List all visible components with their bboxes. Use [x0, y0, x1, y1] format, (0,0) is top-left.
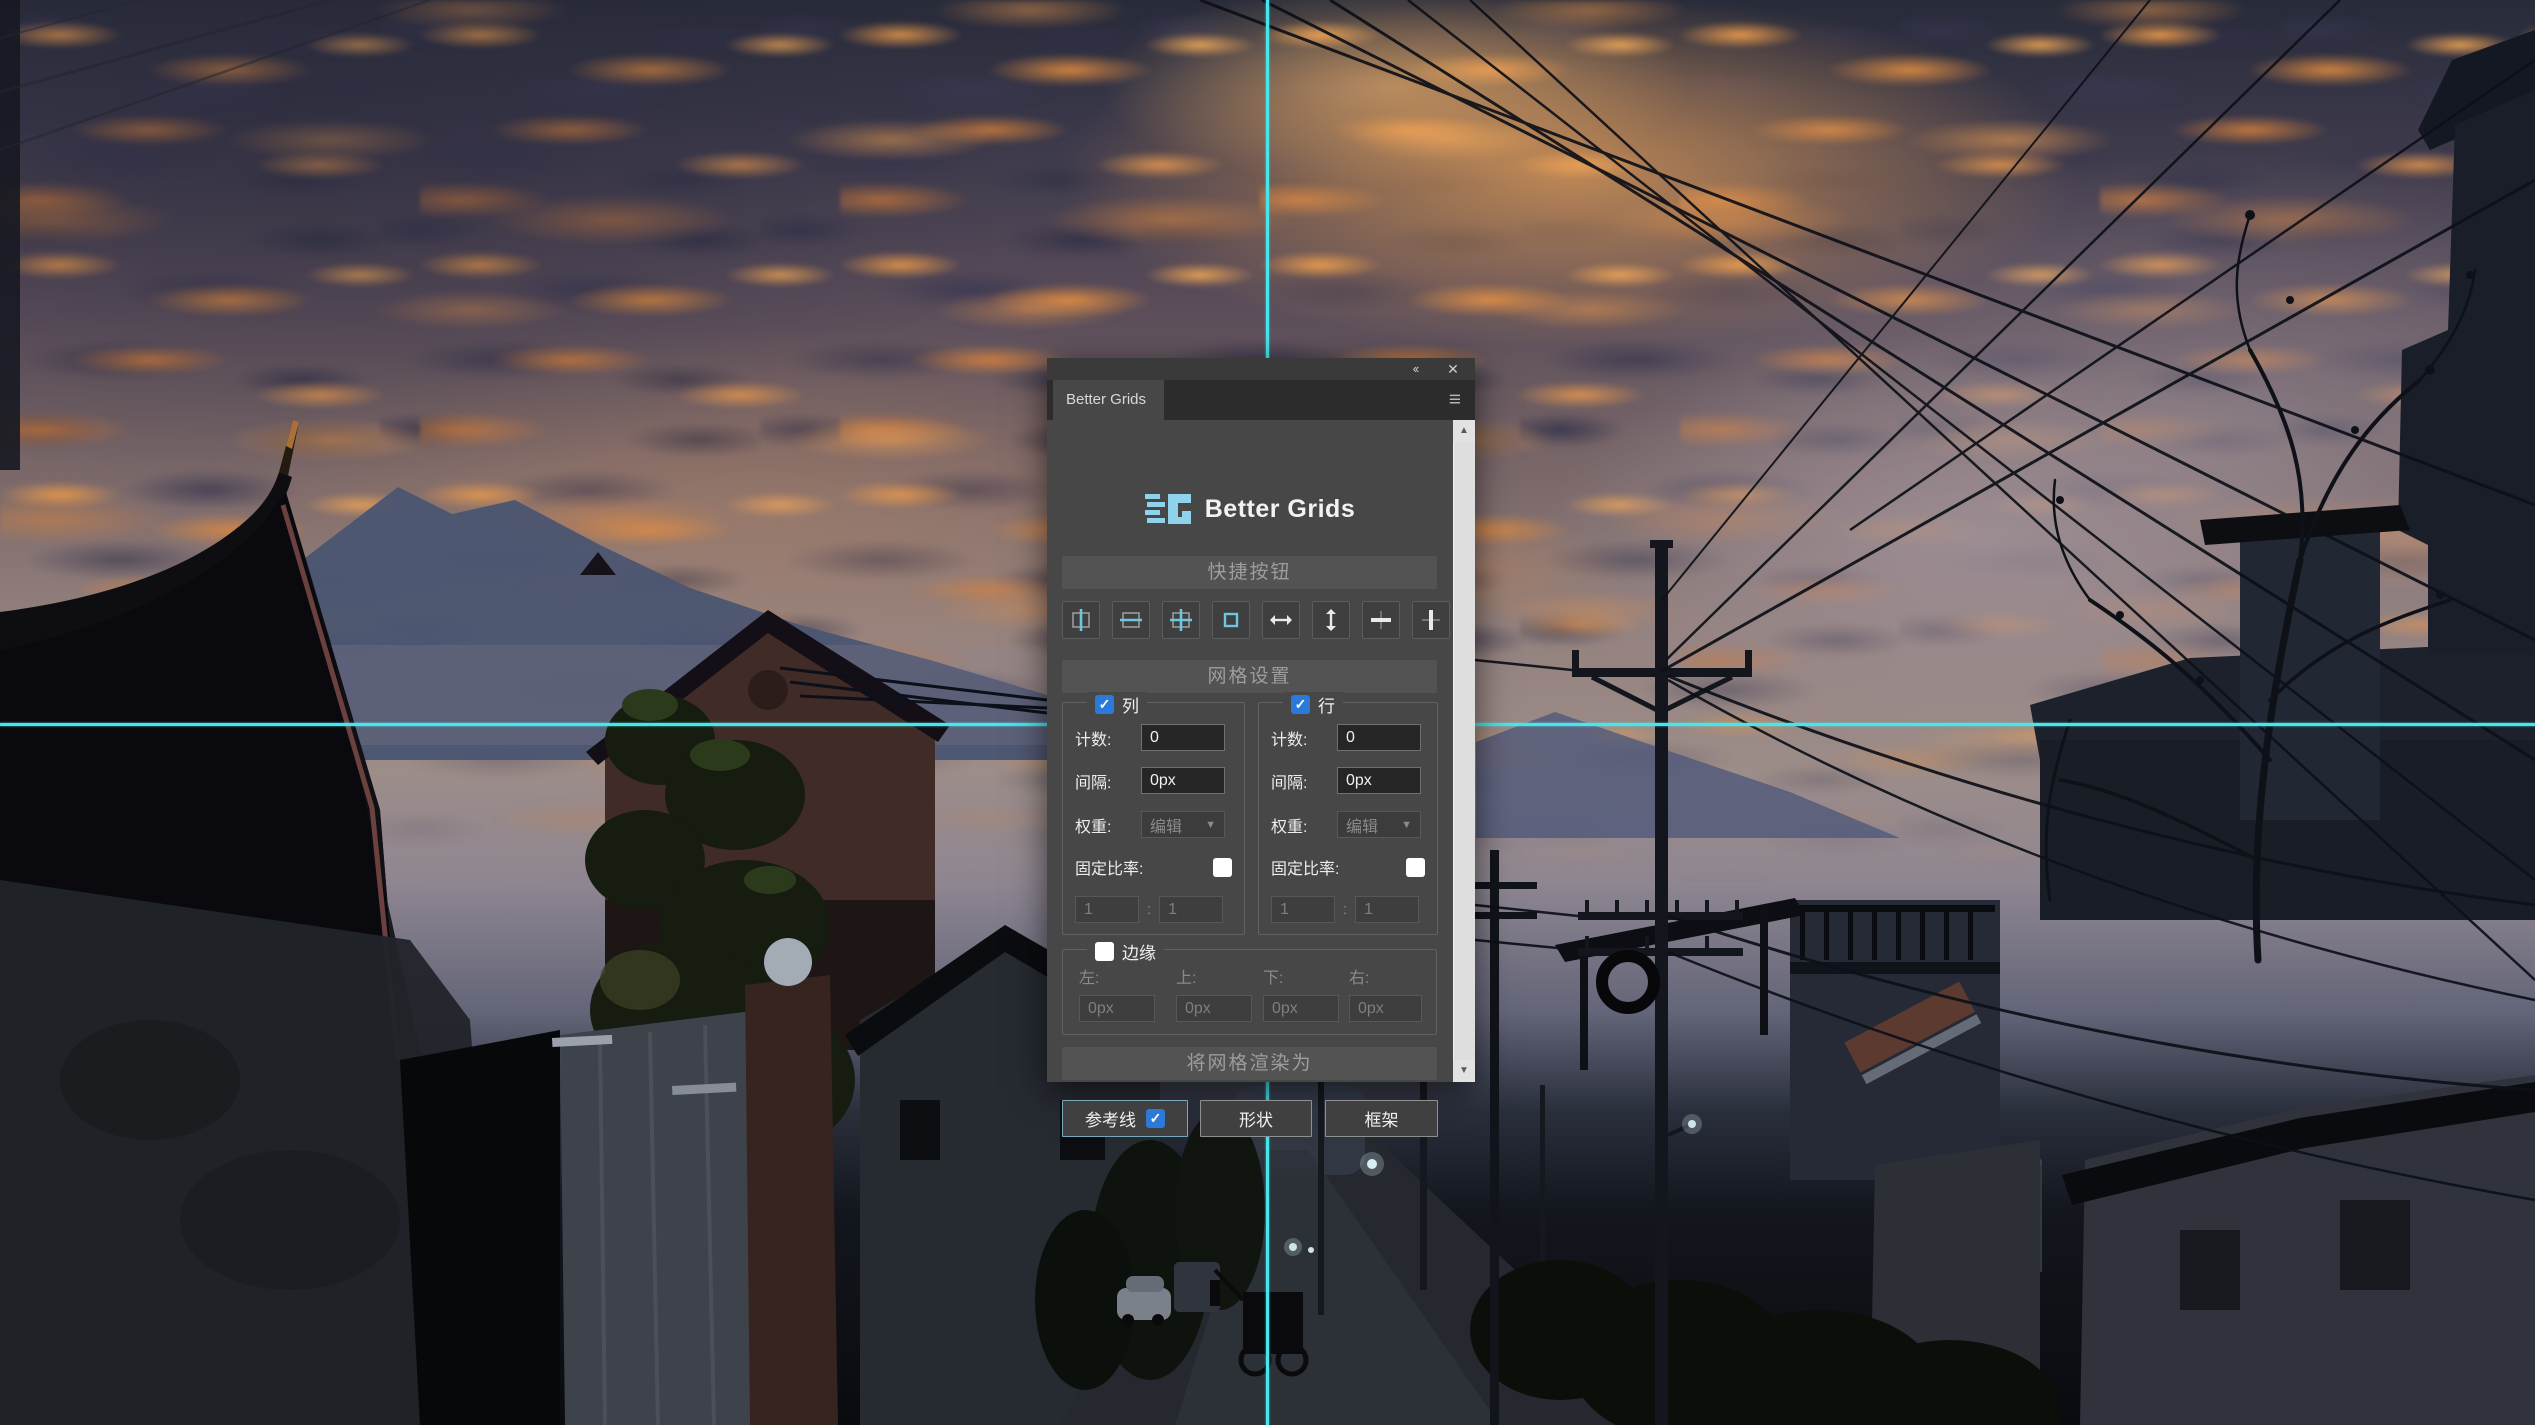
- quick-square-button[interactable]: [1212, 601, 1250, 639]
- scroll-down-icon[interactable]: ▼: [1453, 1060, 1475, 1082]
- panel-menu-icon[interactable]: ≡: [1449, 388, 1461, 412]
- section-header-quick-buttons: 快捷按钮: [1062, 556, 1437, 589]
- rect-vertical-guide-icon: [1069, 608, 1093, 632]
- edges-group: 边缘 左: 上: 下: 右:: [1062, 949, 1437, 1035]
- panel-logo-title: Better Grids: [1205, 495, 1355, 524]
- rows-group: ✓ 行 计数: 间隔: 权重: 编辑 ▼: [1258, 702, 1438, 935]
- tab-better-grids[interactable]: Better Grids: [1053, 380, 1164, 420]
- columns-checkbox[interactable]: ✓: [1095, 695, 1114, 714]
- panel-scrollbar[interactable]: ▲ ▼: [1453, 420, 1475, 1082]
- vertical-line-icon: [1419, 608, 1443, 632]
- vertical-arrows-icon: [1319, 608, 1343, 632]
- close-panel-icon[interactable]: ✕: [1441, 358, 1465, 380]
- rect-cross-guide-icon: [1169, 608, 1193, 632]
- columns-label: 列: [1122, 692, 1139, 717]
- rows-gap-input[interactable]: [1337, 767, 1421, 794]
- better-grids-panel: ‹‹ ✕ Better Grids ≡ Better Grids: [1047, 358, 1475, 1082]
- ratio-colon: :: [1147, 901, 1151, 918]
- edge-right-label: 右:: [1349, 964, 1422, 988]
- weight-label: 权重:: [1075, 813, 1141, 837]
- square-icon: [1219, 608, 1243, 632]
- edges-label: 边缘: [1122, 939, 1156, 964]
- photoshop-canvas: ‹‹ ✕ Better Grids ≡ Better Grids: [0, 0, 2535, 1425]
- collapse-panel-icon[interactable]: ‹‹: [1403, 358, 1427, 380]
- gap-label: 间隔:: [1271, 769, 1337, 793]
- rows-ratio-right-input[interactable]: [1355, 896, 1419, 923]
- panel-titlebar[interactable]: ‹‹ ✕: [1047, 358, 1475, 380]
- render-as-frame-button[interactable]: 框架: [1325, 1100, 1438, 1137]
- columns-gap-input[interactable]: [1141, 767, 1225, 794]
- columns-group: ✓ 列 计数: 间隔: 权重: 编辑 ▼: [1062, 702, 1245, 935]
- scroll-up-icon[interactable]: ▲: [1453, 420, 1475, 442]
- edge-bottom-label: 下:: [1263, 964, 1339, 988]
- shape-button-label: 形状: [1239, 1106, 1273, 1131]
- columns-ratio-left-input[interactable]: [1075, 896, 1139, 923]
- rows-count-input[interactable]: [1337, 724, 1421, 751]
- edge-left-input[interactable]: [1079, 995, 1155, 1022]
- render-as-shape-button[interactable]: 形状: [1200, 1100, 1312, 1137]
- rows-weight-select[interactable]: 编辑 ▼: [1337, 811, 1421, 838]
- columns-weight-select[interactable]: 编辑 ▼: [1141, 811, 1225, 838]
- quick-buttons-row: [1062, 601, 1452, 639]
- horizontal-arrows-icon: [1269, 608, 1293, 632]
- weight-label: 权重:: [1271, 813, 1337, 837]
- columns-count-input[interactable]: [1141, 724, 1225, 751]
- logo-row: Better Grids: [1047, 486, 1453, 532]
- quick-vertical-center-button[interactable]: [1412, 601, 1450, 639]
- count-label: 计数:: [1271, 726, 1337, 750]
- columns-ratio-right-input[interactable]: [1159, 896, 1223, 923]
- rows-ratio-left-input[interactable]: [1271, 896, 1335, 923]
- better-grids-logo-icon: [1145, 491, 1191, 527]
- count-label: 计数:: [1075, 726, 1141, 750]
- gap-label: 间隔:: [1075, 769, 1141, 793]
- fixed-ratio-label: 固定比率:: [1271, 855, 1339, 879]
- render-buttons-row: 参考线 ✓ 形状 框架: [1047, 1100, 1453, 1137]
- edge-top-label: 上:: [1176, 964, 1252, 988]
- fixed-ratio-label: 固定比率:: [1075, 855, 1143, 879]
- quick-row-guide-button[interactable]: [1112, 601, 1150, 639]
- edge-bottom-input[interactable]: [1263, 995, 1339, 1022]
- rows-checkbox[interactable]: ✓: [1291, 695, 1310, 714]
- guides-button-label: 参考线: [1085, 1106, 1136, 1131]
- edges-checkbox[interactable]: [1095, 942, 1114, 961]
- frame-button-label: 框架: [1365, 1106, 1399, 1131]
- quick-vertical-arrows-button[interactable]: [1312, 601, 1350, 639]
- scrollbar-thumb[interactable]: [1453, 442, 1475, 1060]
- panel-tabrow: Better Grids ≡: [1047, 380, 1475, 420]
- horizontal-line-icon: [1369, 608, 1393, 632]
- rect-horizontal-guide-icon: [1119, 608, 1143, 632]
- chevron-down-icon: ▼: [1205, 819, 1216, 831]
- panel-body: Better Grids 快捷按钮: [1047, 420, 1453, 1082]
- quick-horizontal-arrows-button[interactable]: [1262, 601, 1300, 639]
- quick-cross-guide-button[interactable]: [1162, 601, 1200, 639]
- rows-fixed-ratio-checkbox[interactable]: [1406, 858, 1425, 877]
- section-header-render-grid-as: 将网格渲染为: [1062, 1047, 1437, 1080]
- edge-right-input[interactable]: [1349, 995, 1422, 1022]
- columns-weight-value: 编辑: [1150, 813, 1182, 837]
- section-header-grid-settings: 网格设置: [1062, 660, 1437, 693]
- rows-label: 行: [1318, 692, 1335, 717]
- chevron-down-icon: ▼: [1401, 819, 1412, 831]
- ratio-colon: :: [1343, 901, 1347, 918]
- quick-column-guide-button[interactable]: [1062, 601, 1100, 639]
- edge-left-label: 左:: [1079, 964, 1155, 988]
- columns-fixed-ratio-checkbox[interactable]: [1213, 858, 1232, 877]
- render-as-guides-button[interactable]: 参考线 ✓: [1062, 1100, 1188, 1137]
- edge-top-input[interactable]: [1176, 995, 1252, 1022]
- guides-button-checkbox[interactable]: ✓: [1146, 1109, 1165, 1128]
- quick-horizontal-center-button[interactable]: [1362, 601, 1400, 639]
- rows-weight-value: 编辑: [1346, 813, 1378, 837]
